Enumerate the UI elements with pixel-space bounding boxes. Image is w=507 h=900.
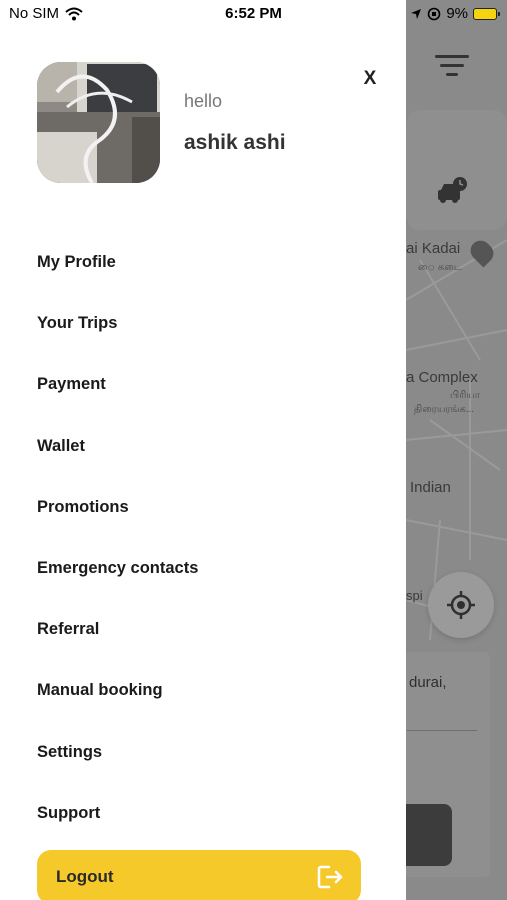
avatar[interactable] bbox=[37, 62, 160, 183]
menu-item-manual-booking[interactable]: Manual booking bbox=[37, 660, 367, 721]
scheduled-ride-button[interactable] bbox=[422, 162, 482, 222]
status-bar: No SIM 6:52 PM 9% bbox=[0, 0, 507, 30]
menu-item-settings[interactable]: Settings bbox=[37, 722, 367, 783]
logout-label: Logout bbox=[56, 867, 114, 886]
greeting-text: hello bbox=[184, 91, 223, 111]
map-label-indian: Indian bbox=[410, 479, 451, 496]
menu-item-my-profile[interactable]: My Profile bbox=[37, 232, 367, 293]
menu-item-wallet[interactable]: Wallet bbox=[37, 416, 367, 477]
current-location-button[interactable] bbox=[428, 572, 494, 638]
crosshair-icon bbox=[447, 591, 475, 619]
logout-icon bbox=[317, 865, 343, 889]
map-label-complex-sub1: பிரியா bbox=[450, 390, 481, 401]
map-label-complex-sub2: திரையரங்க... bbox=[414, 404, 475, 415]
map-label-kadai: ai Kadai bbox=[406, 240, 461, 257]
menu-item-support[interactable]: Support bbox=[37, 783, 367, 844]
map-label-spi: spi bbox=[406, 588, 423, 603]
filter-icon[interactable] bbox=[430, 45, 474, 85]
menu-item-emergency-contacts[interactable]: Emergency contacts bbox=[37, 538, 367, 599]
car-clock-icon bbox=[438, 177, 467, 203]
menu-item-referral[interactable]: Referral bbox=[37, 599, 367, 660]
navigation-drawer: X hello ashik ashi My Profile Your Trips… bbox=[0, 0, 406, 900]
map-label-kadai-sub: ை கடை bbox=[418, 262, 462, 273]
location-card[interactable]: durai, bbox=[395, 652, 490, 877]
user-name: ashik ashi bbox=[184, 131, 286, 154]
battery-percent: 9% bbox=[446, 5, 468, 22]
battery-charging-icon bbox=[473, 7, 500, 20]
location-arrow-icon bbox=[411, 8, 422, 19]
menu-item-promotions[interactable]: Promotions bbox=[37, 477, 367, 538]
profile-photo bbox=[37, 62, 160, 183]
drawer-menu: My Profile Your Trips Payment Wallet Pro… bbox=[37, 232, 367, 844]
logout-button[interactable]: Logout bbox=[37, 850, 361, 900]
orientation-lock-icon bbox=[428, 7, 441, 20]
location-card-divider bbox=[407, 730, 477, 731]
close-drawer-button[interactable]: X bbox=[356, 68, 384, 94]
menu-item-your-trips[interactable]: Your Trips bbox=[37, 293, 367, 354]
map-label-complex: a Complex bbox=[406, 369, 478, 386]
menu-item-payment[interactable]: Payment bbox=[37, 354, 367, 415]
location-card-text: durai, bbox=[409, 674, 447, 691]
